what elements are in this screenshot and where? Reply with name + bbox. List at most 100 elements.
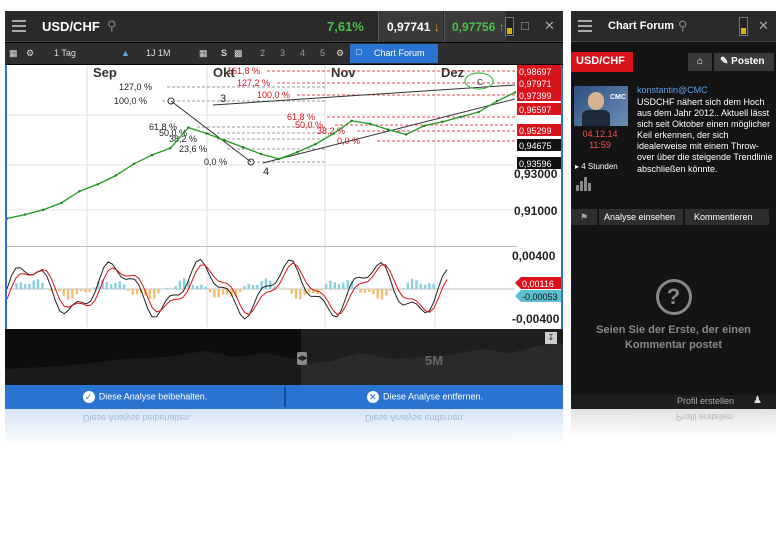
create-profile-link[interactable]: Profil erstellen: [677, 396, 734, 406]
person-icon[interactable]: ♟: [753, 395, 762, 406]
histogram-bar: [346, 280, 349, 289]
histogram-bar: [195, 285, 199, 289]
month-label-dez: Dez: [441, 65, 465, 80]
histogram-bar: [329, 280, 332, 289]
histogram-bar: [372, 289, 375, 295]
price-point: [386, 128, 390, 131]
price-point: [314, 143, 317, 146]
histogram-bar: [200, 284, 203, 289]
chart-header: USD/CHF ⚲ 7,61% 0,97741 ↓ 0,97756 ↑ □ ✕: [5, 11, 563, 42]
forum-window: Chart Forum ⚲ ✕ USD/CHF ⌂ ✎ Posten CMC 0…: [571, 11, 776, 409]
price-tick: 0,91000: [514, 204, 558, 218]
fib-label: 23,6 %: [179, 144, 207, 154]
time-navigator[interactable]: ◀▶ 5M ↧: [5, 329, 563, 385]
chart-window: USD/CHF ⚲ 7,61% 0,97741 ↓ 0,97756 ↑ □ ✕ …: [5, 11, 563, 409]
buy-price-button[interactable]: 0,97756 ↑: [444, 11, 506, 42]
download-icon[interactable]: ↧: [545, 332, 557, 344]
price-point: [441, 120, 444, 123]
chart-forum-button[interactable]: □ Chart Forum: [350, 44, 438, 63]
grid-icon[interactable]: ▦: [9, 48, 18, 59]
search-icon[interactable]: ⚲: [107, 18, 117, 34]
sell-price-button[interactable]: 0,97741 ↓: [378, 11, 443, 42]
avatar[interactable]: CMC: [574, 86, 628, 126]
histogram-bar: [28, 283, 31, 289]
comment-button[interactable]: Kommentieren: [685, 209, 769, 225]
wave-label-c: C: [477, 78, 483, 87]
price-point: [150, 153, 154, 157]
close-icon[interactable]: ✕: [758, 18, 769, 34]
price-chart[interactable]: Sep Okt Nov Dez 127,0 % 100,0 % 61,8 % 50,0 % 38…: [5, 65, 563, 335]
oscillator-tick: -0,00400: [512, 312, 560, 326]
histogram-bar: [157, 289, 160, 294]
price-point: [296, 150, 299, 154]
range-select[interactable]: 1J 1M: [146, 48, 171, 58]
keep-analysis-label: Diese Analyse beibehalten.: [98, 391, 208, 402]
flag-icon[interactable]: ⚑: [571, 209, 597, 225]
histogram-bar: [264, 278, 268, 289]
right-reflection: Profil erstellen: [571, 409, 776, 437]
histogram-bar: [247, 283, 250, 289]
histogram-bar: [299, 289, 302, 300]
price-tag: 0,95299: [519, 126, 552, 136]
price-point: [404, 133, 408, 136]
menu-icon[interactable]: [578, 20, 592, 32]
post-label: Posten: [731, 56, 765, 67]
close-icon[interactable]: ✕: [544, 18, 555, 34]
histogram-bar: [256, 284, 259, 289]
fib-label: 0,0 %: [204, 157, 227, 167]
lock-icon[interactable]: ▲: [121, 48, 130, 58]
timeframe-select[interactable]: 1 Tag: [54, 48, 76, 58]
menu-icon[interactable]: [12, 20, 26, 32]
histogram-bar: [131, 289, 134, 295]
histogram-bar: [178, 280, 182, 289]
fib-extension-label: 161,8 %: [227, 66, 260, 76]
empty-comments-message: Seien Sie der Erste, der einen Kommentar…: [596, 324, 751, 351]
chart-canvas: Sep Okt Nov Dez127,0 %100,0 %61,8 %50,0 %38…: [7, 65, 561, 327]
profile-reflection-text: Profil erstellen: [676, 412, 734, 422]
histogram-bar: [221, 289, 225, 295]
forum-footer: Profil erstellen ♟: [571, 395, 776, 409]
settings-icon[interactable]: ⚙: [336, 48, 344, 59]
price-point: [205, 132, 208, 135]
oscillator-value-blue: -0,00053: [522, 292, 558, 302]
price-point: [350, 119, 353, 122]
page-5-button[interactable]: 5: [320, 48, 325, 58]
page-4-button[interactable]: 4: [300, 48, 305, 58]
post-button[interactable]: ✎ Posten: [714, 53, 774, 71]
calendar-icon[interactable]: ▦: [199, 48, 208, 59]
check-icon: ✓: [82, 391, 95, 403]
search-icon[interactable]: ⚲: [678, 18, 688, 34]
toolbar-s-button[interactable]: S: [221, 48, 227, 58]
keep-analysis-button[interactable]: ✓ Diese Analyse beibehalten.: [5, 385, 285, 409]
remove-analysis-button[interactable]: ✕ Diese Analyse entfernen.: [287, 385, 563, 409]
gear-icon[interactable]: ⚙: [26, 48, 34, 59]
navigator-handle[interactable]: ◀▶: [297, 352, 308, 365]
forum-header: Chart Forum ⚲ ✕: [571, 11, 776, 42]
view-analysis-button[interactable]: Analyse einsehen: [599, 209, 683, 225]
histogram-bar: [23, 284, 27, 289]
histogram-bar: [152, 289, 156, 299]
resize-icon[interactable]: □: [521, 18, 529, 33]
histogram-bar: [165, 287, 169, 289]
histogram-bar: [105, 282, 109, 289]
chart-type-icon[interactable]: ▩: [234, 48, 243, 59]
price-point: [23, 213, 27, 216]
page-2-button[interactable]: 2: [260, 48, 265, 58]
price-point: [277, 157, 281, 161]
page-3-button[interactable]: 3: [280, 48, 285, 58]
histogram-bar: [127, 289, 130, 291]
histogram-bar: [58, 289, 61, 292]
edit-icon: ✎: [720, 56, 729, 67]
post-author[interactable]: konstantin@CMC: [637, 85, 708, 95]
histogram-bar: [84, 289, 87, 292]
home-button[interactable]: ⌂: [688, 53, 712, 71]
navigator-range-label: 5M: [425, 353, 444, 368]
fib-label: 127,0 %: [119, 82, 152, 92]
arrow-up-icon: ↑: [498, 20, 505, 34]
histogram-bar: [251, 285, 255, 289]
price-point: [241, 146, 245, 149]
histogram-bar: [109, 284, 113, 289]
oscillator-value-red: 0,00116: [522, 279, 554, 289]
histogram-bar: [294, 289, 298, 299]
price-point: [132, 162, 136, 165]
